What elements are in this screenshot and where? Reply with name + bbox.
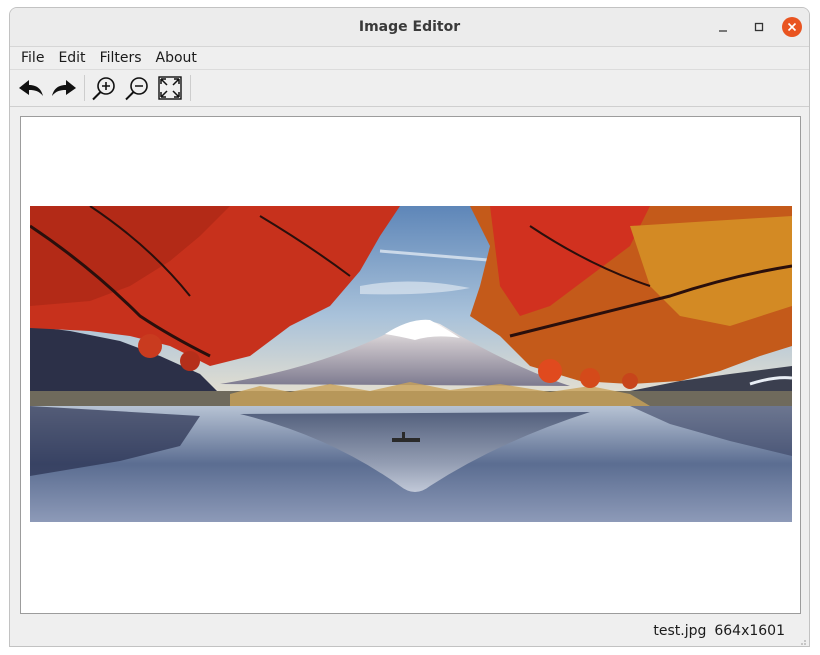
zoom-out-icon [125, 77, 148, 101]
landscape-photo [30, 206, 792, 522]
app-window: Image Editor File Edit Filters About tes… [9, 7, 810, 647]
redo-button[interactable] [49, 73, 79, 103]
minimize-icon [719, 30, 727, 32]
menu-filters[interactable]: Filters [93, 47, 149, 69]
fit-to-window-icon [158, 76, 182, 100]
image-canvas[interactable] [20, 116, 801, 614]
title-bar[interactable]: Image Editor [10, 8, 809, 47]
menu-bar: File Edit Filters About [10, 47, 809, 70]
close-icon [787, 22, 797, 32]
minimize-button[interactable] [713, 17, 733, 37]
zoom-out-button[interactable] [122, 73, 152, 103]
toolbar-separator [84, 75, 85, 101]
menu-about[interactable]: About [149, 47, 204, 69]
menu-file[interactable]: File [14, 47, 51, 69]
image-preview [30, 206, 792, 522]
close-button[interactable] [782, 17, 802, 37]
toolbar [10, 70, 809, 107]
fit-to-window-button[interactable] [155, 73, 185, 103]
zoom-in-button[interactable] [89, 73, 119, 103]
status-bar: test.jpg 664x1601 [10, 616, 809, 646]
status-dimensions: 664x1601 [714, 623, 785, 639]
zoom-in-icon [92, 77, 115, 101]
maximize-button[interactable] [749, 17, 769, 37]
resize-grip-icon [801, 640, 806, 645]
redo-icon [52, 80, 76, 96]
status-filename: test.jpg [653, 623, 707, 639]
maximize-icon [754, 22, 764, 32]
undo-icon [19, 80, 43, 96]
menu-edit[interactable]: Edit [51, 47, 92, 69]
window-title: Image Editor [358, 19, 461, 35]
resize-grip[interactable] [797, 634, 807, 645]
toolbar-separator [190, 75, 191, 101]
undo-button[interactable] [16, 73, 46, 103]
